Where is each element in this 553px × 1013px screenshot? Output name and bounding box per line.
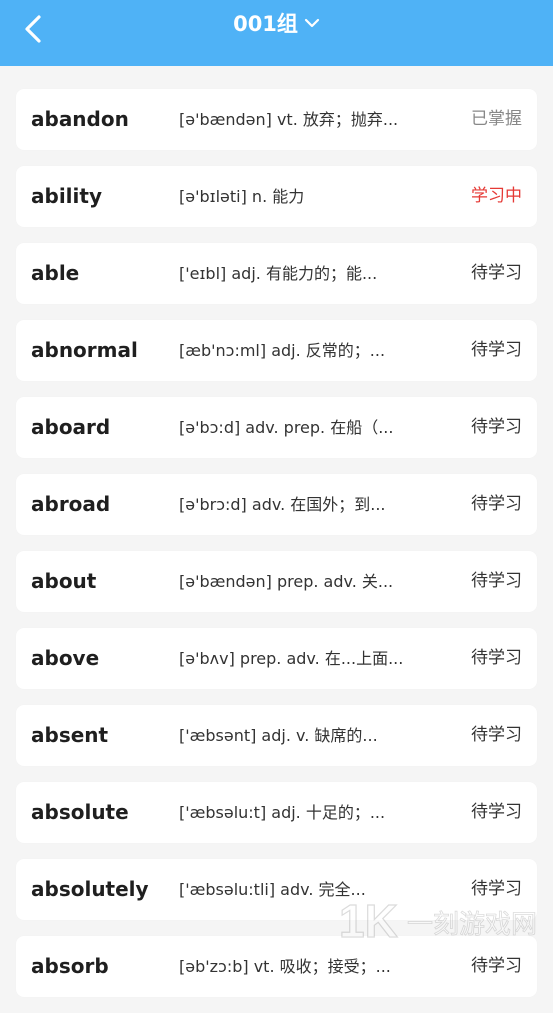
status-label: 待学习 xyxy=(471,879,522,899)
word-row[interactable]: above [ə'bʌv] prep. adv. 在...上面... 待学习 xyxy=(16,628,537,689)
word-definition: [ə'brɔ:d] adv. 在国外；到... xyxy=(179,495,386,514)
word-row[interactable]: absorb [əb'zɔ:b] vt. 吸收；接受；... 待学习 xyxy=(16,936,537,997)
word-definition: [æb'nɔ:ml] adj. 反常的；... xyxy=(179,341,386,360)
word-definition: [əb'zɔ:b] vt. 吸收；接受；... xyxy=(179,957,391,976)
group-selector[interactable]: 001组 xyxy=(0,7,553,41)
status-label: 待学习 xyxy=(471,494,522,514)
word-row[interactable]: aboard [ə'bɔ:d] adv. prep. 在船（... 待学习 xyxy=(16,397,537,458)
word-row[interactable]: absent ['æbsənt] adj. v. 缺席的... 待学习 xyxy=(16,705,537,766)
status-label: 待学习 xyxy=(471,571,522,591)
word-row[interactable]: abroad [ə'brɔ:d] adv. 在国外；到... 待学习 xyxy=(16,474,537,535)
status-label: 待学习 xyxy=(471,648,522,668)
word-text: aboard xyxy=(31,415,111,439)
word-definition: ['æbsəlu:tli] adv. 完全... xyxy=(179,880,366,899)
word-text: abroad xyxy=(31,492,111,516)
word-definition: ['æbsənt] adj. v. 缺席的... xyxy=(179,726,378,745)
word-text: about xyxy=(31,569,97,593)
status-label: 待学习 xyxy=(471,340,522,360)
word-text: abandon xyxy=(31,107,129,131)
status-label: 待学习 xyxy=(471,417,522,437)
app-header: 001组 xyxy=(0,0,553,66)
word-row[interactable]: ability [ə'bɪləti] n. 能力 学习中 xyxy=(16,166,537,227)
status-label: 待学习 xyxy=(471,263,522,283)
word-row[interactable]: abnormal [æb'nɔ:ml] adj. 反常的；... 待学习 xyxy=(16,320,537,381)
word-text: absolute xyxy=(31,800,129,824)
status-label: 学习中 xyxy=(471,186,522,206)
word-definition: [ə'bɔ:d] adv. prep. 在船（... xyxy=(179,418,394,437)
word-text: able xyxy=(31,261,80,285)
status-label: 已掌握 xyxy=(471,109,522,129)
status-label: 待学习 xyxy=(471,802,522,822)
word-definition: [ə'bændən] prep. adv. 关... xyxy=(179,572,394,591)
chevron-down-icon xyxy=(304,18,320,28)
word-definition: ['eɪbl] adj. 有能力的；能... xyxy=(179,264,378,283)
status-label: 待学习 xyxy=(471,725,522,745)
word-text: above xyxy=(31,646,100,670)
word-text: absolutely xyxy=(31,877,149,901)
word-definition: [ə'bʌv] prep. adv. 在...上面... xyxy=(179,649,404,668)
word-text: abnormal xyxy=(31,338,138,362)
word-list: abandon [ə'bændən] vt. 放弃；抛弃... 已掌握 ability… xyxy=(16,89,537,1013)
word-definition: [ə'bɪləti] n. 能力 xyxy=(179,187,305,206)
page-title: 001组 xyxy=(233,12,298,36)
word-text: ability xyxy=(31,184,102,208)
word-row[interactable]: absolutely ['æbsəlu:tli] adv. 完全... 待学习 xyxy=(16,859,537,920)
word-definition: [ə'bændən] vt. 放弃；抛弃... xyxy=(179,110,399,129)
word-row[interactable]: able ['eɪbl] adj. 有能力的；能... 待学习 xyxy=(16,243,537,304)
status-label: 待学习 xyxy=(471,956,522,976)
word-row[interactable]: absolute ['æbsəlu:t] adj. 十足的；... 待学习 xyxy=(16,782,537,843)
word-definition: ['æbsəlu:t] adj. 十足的；... xyxy=(179,803,386,822)
word-text: absent xyxy=(31,723,109,747)
word-text: absorb xyxy=(31,954,109,978)
word-row[interactable]: about [ə'bændən] prep. adv. 关... 待学习 xyxy=(16,551,537,612)
word-row[interactable]: abandon [ə'bændən] vt. 放弃；抛弃... 已掌握 xyxy=(16,89,537,150)
